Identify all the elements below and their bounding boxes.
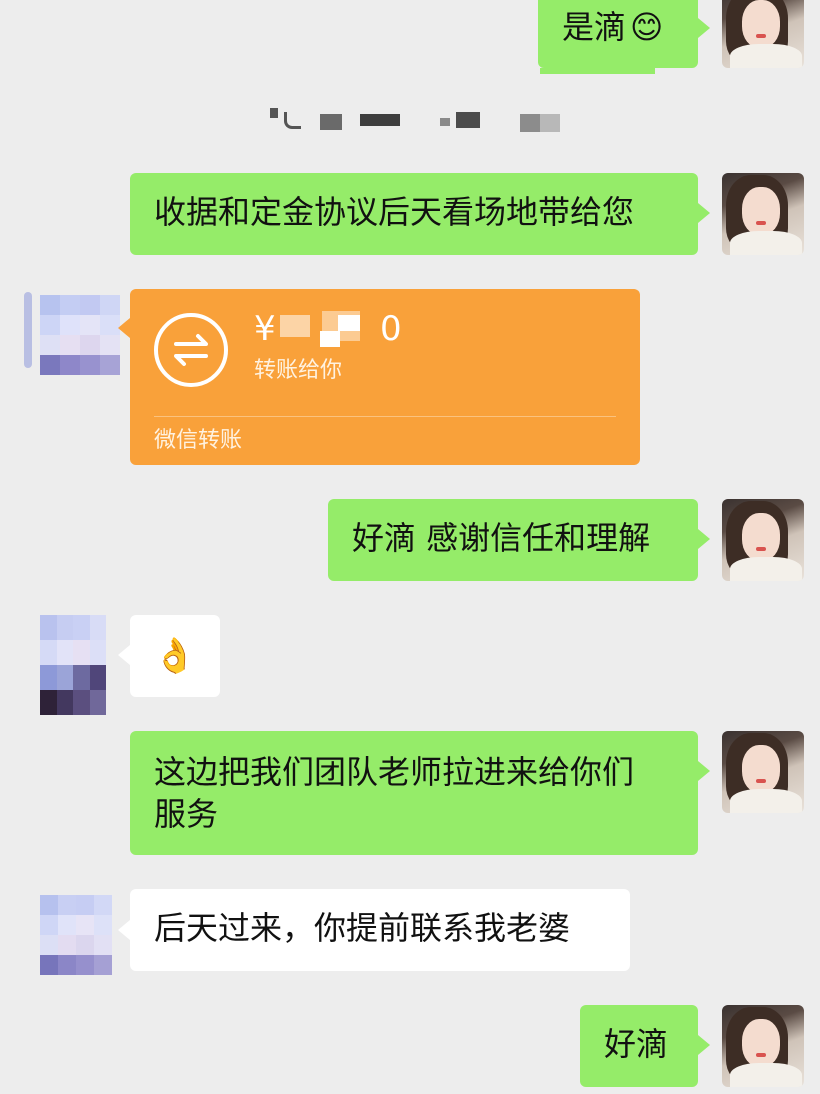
bubble-tail [698,529,710,549]
message-text: 好滴 [604,1025,669,1063]
contact-avatar[interactable] [40,615,106,715]
message-text-line: 这边把我们团队老师拉进来给你们 [154,753,635,791]
message-text: 好滴 感谢信任和理解 [352,519,651,557]
my-avatar[interactable] [722,0,804,68]
my-message-bubble[interactable]: 是滴 😊 [538,0,698,68]
ok-hand-emoji-icon: 👌 [153,636,197,676]
redacted-amount [320,331,340,347]
message-text-line: 服务 [154,795,219,833]
my-avatar[interactable] [722,731,804,813]
contact-avatar[interactable] [40,295,120,375]
transfer-subtitle: 转账给你 [254,358,343,383]
redacted-amount [338,315,360,331]
bubble-tail [118,318,130,338]
contact-avatar[interactable] [40,895,112,975]
message-text: 后天过来，你提前联系我老婆 [154,909,571,947]
my-message-bubble[interactable]: 这边把我们团队老师拉进来给你们 服务 [130,731,698,855]
message-text: 是滴 [562,8,627,46]
contact-message-bubble[interactable]: 👌 [130,615,220,697]
my-avatar[interactable] [722,1005,804,1087]
bubble-tail [118,645,130,665]
redacted-system-text [270,108,570,132]
bubble-tail [698,203,710,223]
smiling-emoji-icon: 😊 [630,8,664,46]
redacted-amount [280,315,310,337]
my-message-bubble[interactable]: 收据和定金协议后天看场地带给您 [130,173,698,255]
transfer-footer: 微信转账 [154,428,243,453]
my-avatar[interactable] [722,173,804,255]
my-message-bubble[interactable]: 好滴 感谢信任和理解 [328,499,698,581]
transfer-amount-suffix: 0 [380,309,402,349]
my-avatar[interactable] [722,499,804,581]
contact-message-bubble[interactable]: 后天过来，你提前联系我老婆 [130,889,630,971]
bubble-tail [118,920,130,940]
transfer-amount-currency: ¥ [254,309,276,349]
card-divider [154,416,616,417]
bubble-tail [698,18,710,38]
my-message-bubble[interactable]: 好滴 [580,1005,698,1087]
transfer-arrows-icon [154,313,228,387]
wechat-transfer-card[interactable]: ¥ 0 转账给你 微信转账 [130,289,640,465]
bubble-tail [698,761,710,781]
bubble-tail [698,1035,710,1055]
avatar-edge [24,292,32,368]
bubble-underline [540,68,655,74]
message-text: 收据和定金协议后天看场地带给您 [154,193,635,231]
